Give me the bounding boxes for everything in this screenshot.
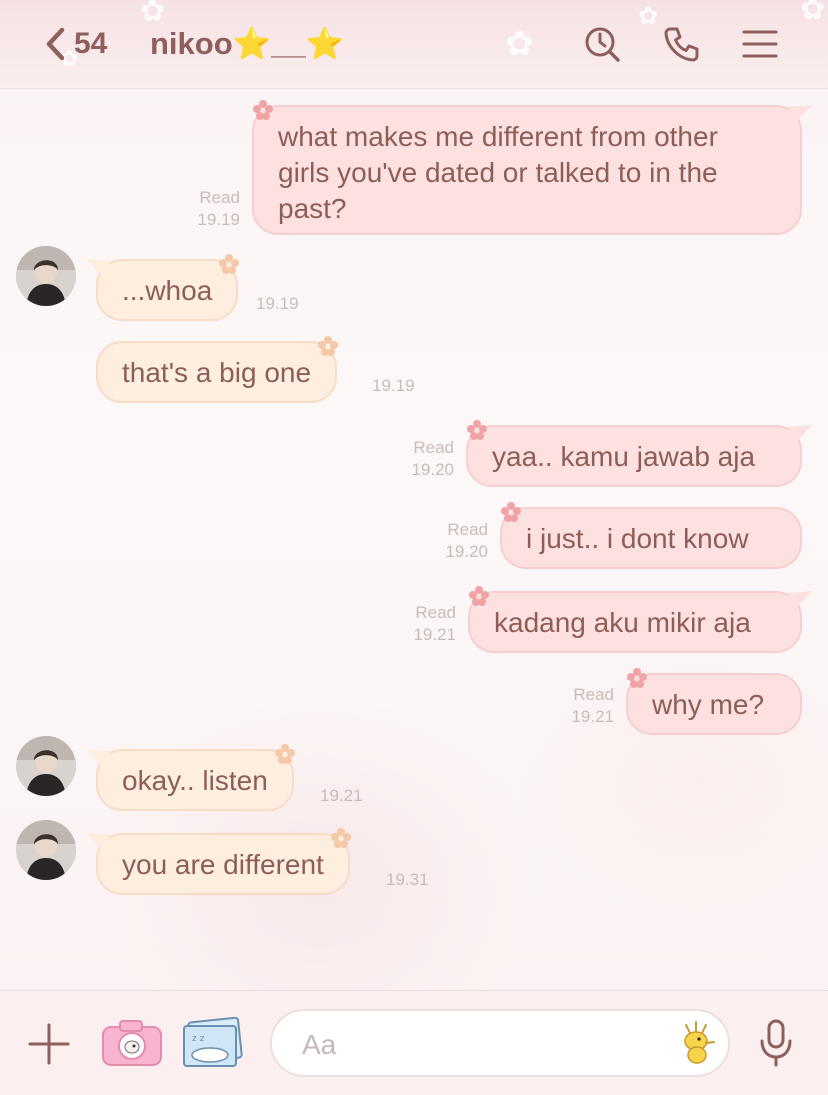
flower-icon <box>467 420 487 440</box>
outgoing-message-bubble[interactable]: yaa.. kamu jawab aja <box>466 420 812 487</box>
message-time: 19.31 <box>386 870 429 889</box>
read-status: Read <box>199 188 240 207</box>
read-status: Read <box>447 520 488 539</box>
incoming-message-bubble[interactable]: ...whoa <box>86 254 240 321</box>
read-status: Read <box>413 438 454 457</box>
microphone-icon <box>760 1019 792 1067</box>
search-history-icon <box>585 27 620 62</box>
message-time: 19.20 <box>411 460 454 479</box>
bubble-tail <box>86 259 110 278</box>
avatar-image <box>16 820 76 880</box>
message-time: 19.19 <box>256 294 299 313</box>
chat-header: ✿ ✿ ✿ ✿ ✿ 54 nikoo⭐__⭐ <box>0 0 828 89</box>
read-status: Read <box>573 685 614 704</box>
message-text: okay.. listen <box>122 765 268 796</box>
message-text: what makes me different from other <box>278 121 718 152</box>
outgoing-message-bubble[interactable]: kadang aku mikir aja <box>468 586 812 653</box>
avatar-image <box>16 736 76 796</box>
unread-count: 54 <box>74 27 108 60</box>
add-attachment-button[interactable] <box>26 1021 72 1067</box>
menu-icon <box>742 30 778 58</box>
flower-icon <box>469 586 489 606</box>
bubble-tail <box>86 833 110 852</box>
sticker-button[interactable] <box>676 1019 718 1067</box>
message-text: yaa.. kamu jawab aja <box>492 441 756 472</box>
bubble-tail <box>788 591 812 610</box>
outgoing-message-bubble[interactable]: what makes me different from other girls… <box>252 100 812 235</box>
phone-icon <box>664 27 699 62</box>
bubble-tail <box>788 425 812 444</box>
message-text: that's a big one <box>122 357 312 388</box>
flower-icon <box>274 744 295 764</box>
incoming-message-bubble[interactable]: that's a big one <box>96 336 339 403</box>
incoming-message-bubble[interactable]: you are different <box>86 828 351 895</box>
read-status: Read <box>415 603 456 622</box>
flower-icon <box>501 502 521 522</box>
message-text: girls you've dated or talked to in the <box>278 157 718 188</box>
chat-title[interactable]: nikoo⭐__⭐ <box>150 22 344 66</box>
contact-avatar[interactable] <box>16 736 76 796</box>
back-button[interactable]: 54 <box>42 22 107 66</box>
message-meta: Read 19.20 <box>428 519 488 563</box>
outgoing-message-bubble[interactable]: why me? <box>626 668 802 735</box>
camera-button[interactable] <box>100 1017 164 1069</box>
message-time: 19.20 <box>445 542 488 561</box>
flower-icon <box>627 668 647 688</box>
back-chevron-icon <box>46 27 65 61</box>
message-text: why me? <box>652 689 765 720</box>
message-meta: Read 19.19 <box>180 187 240 231</box>
avatar-image <box>16 246 76 306</box>
bubble-tail <box>788 105 812 124</box>
message-meta: Read 19.21 <box>554 684 614 728</box>
photo-album-button[interactable]: z z <box>180 1016 244 1069</box>
flower-decoration: ✿ <box>638 3 659 30</box>
message-text: you are different <box>122 849 324 880</box>
message-time: 19.21 <box>320 786 363 805</box>
flower-icon <box>318 336 339 356</box>
flower-icon <box>253 100 273 120</box>
message-input[interactable]: Aa <box>270 1009 730 1077</box>
plus-icon <box>28 1023 70 1065</box>
message-text: i just.. i dont know <box>526 523 749 554</box>
message-time: 19.21 <box>413 625 456 644</box>
message-text: kadang aku mikir aja <box>494 607 751 638</box>
flower-decoration: ✿ <box>800 0 826 26</box>
message-list[interactable]: Read 19.19 what makes me different from … <box>0 89 828 989</box>
flower-decoration: ✿ <box>505 25 534 63</box>
menu-button[interactable] <box>740 24 780 64</box>
message-input-placeholder: Aa <box>302 1029 337 1060</box>
contact-avatar[interactable] <box>16 246 76 306</box>
camera-icon <box>102 1020 162 1066</box>
message-time: 19.19 <box>197 210 240 229</box>
svg-text:z z: z z <box>192 1034 205 1044</box>
sticker-icon <box>684 1021 715 1064</box>
message-text: past? <box>278 193 347 224</box>
contact-avatar[interactable] <box>16 820 76 880</box>
bubble-tail <box>86 749 110 768</box>
search-history-button[interactable] <box>582 24 622 64</box>
message-meta: Read 19.20 <box>394 437 454 481</box>
flower-icon <box>330 828 351 848</box>
call-button[interactable] <box>662 24 702 64</box>
message-meta: Read 19.21 <box>396 602 456 646</box>
message-time: 19.21 <box>571 707 614 726</box>
outgoing-message-bubble[interactable]: i just.. i dont know <box>500 502 802 569</box>
message-text: ...whoa <box>122 275 213 306</box>
photo-album-icon: z z <box>183 1016 243 1067</box>
flower-icon <box>219 254 240 274</box>
composer-bar: z z Aa <box>0 990 828 1095</box>
incoming-message-bubble[interactable]: okay.. listen <box>86 744 295 811</box>
voice-message-button[interactable] <box>756 1017 796 1069</box>
message-time: 19.19 <box>372 376 415 395</box>
